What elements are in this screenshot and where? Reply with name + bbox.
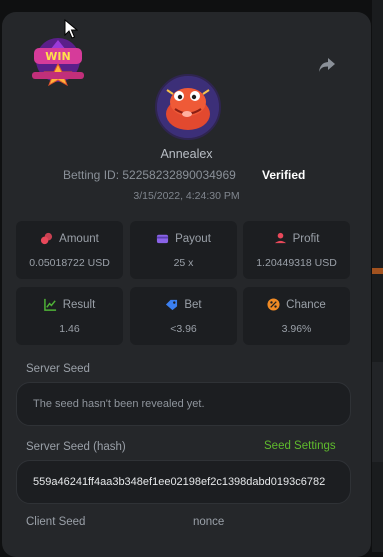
server-seed-value: The seed hasn't been revealed yet. xyxy=(33,398,205,410)
server-seed-hash-value: 559a46241ff4aa3b348ef1ee02198ef2c1398dab… xyxy=(33,476,326,488)
win-badge-icon: WIN xyxy=(28,30,88,87)
avatar xyxy=(155,74,221,140)
stat-label: Bet xyxy=(184,298,202,311)
stat-card-amount: Amount 0.05018722 USD xyxy=(16,221,123,279)
stat-value: <3.96 xyxy=(170,323,197,335)
coins-icon xyxy=(41,232,53,245)
tag-icon xyxy=(166,299,178,311)
stat-value: 0.05018722 USD xyxy=(29,257,110,269)
stat-label: Payout xyxy=(175,232,211,245)
backdrop-panel xyxy=(372,362,383,462)
client-seed-label: Client Seed xyxy=(26,516,86,528)
mouse-cursor-icon xyxy=(64,19,78,39)
chart-icon xyxy=(43,298,56,311)
verified-badge: Verified xyxy=(262,168,306,182)
wallet-icon xyxy=(157,234,169,244)
seed-settings-link[interactable]: Seed Settings xyxy=(264,440,336,452)
stat-label: Profit xyxy=(292,232,320,245)
backdrop-accent xyxy=(372,268,383,274)
username: Annealex xyxy=(160,147,213,161)
bet-details-modal: WIN Annealex Betting ID: 522582328900349… xyxy=(2,12,371,557)
svg-text:WIN: WIN xyxy=(45,50,70,63)
stat-value: 3.96% xyxy=(281,323,312,335)
percent-icon xyxy=(267,298,280,311)
server-seed-hash-field[interactable]: 559a46241ff4aa3b348ef1ee02198ef2c1398dab… xyxy=(16,460,351,504)
stat-label: Amount xyxy=(59,232,99,245)
stat-card-chance: Chance 3.96% xyxy=(243,287,350,345)
nonce-label: nonce xyxy=(193,516,225,528)
share-button[interactable] xyxy=(314,52,340,78)
stat-card-payout: Payout 25 x xyxy=(130,221,237,279)
profit-icon xyxy=(274,232,286,244)
stat-card-profit: Profit 1.20449318 USD xyxy=(243,221,350,279)
stat-value: 1.46 xyxy=(59,323,80,335)
bet-timestamp: 3/15/2022, 4:24:30 PM xyxy=(133,190,240,202)
betting-id: Betting ID: 52258232890034969 xyxy=(63,168,236,182)
stat-card-result: Result 1.46 xyxy=(16,287,123,345)
server-seed-label: Server Seed xyxy=(26,363,90,375)
stat-value: 25 x xyxy=(173,257,194,269)
server-seed-field[interactable]: The seed hasn't been revealed yet. xyxy=(16,382,351,426)
stat-card-bet: Bet <3.96 xyxy=(130,287,237,345)
backdrop xyxy=(372,0,383,552)
server-seed-hash-label: Server Seed (hash) xyxy=(26,441,126,453)
stat-value: 1.20449318 USD xyxy=(256,257,337,269)
stat-label: Result xyxy=(62,298,96,311)
share-icon xyxy=(319,58,335,72)
stat-label: Chance xyxy=(286,298,326,311)
